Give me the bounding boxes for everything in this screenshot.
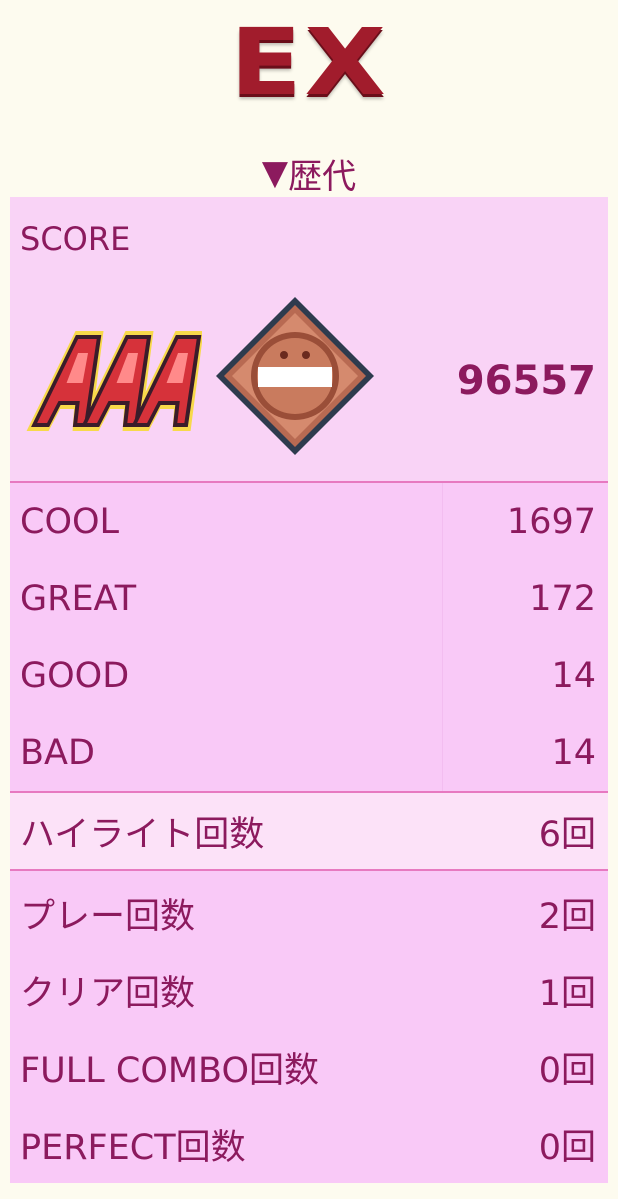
count-label: プレー回数	[20, 897, 196, 937]
triangle-down-icon: ▼	[261, 153, 289, 193]
judgement-row-good: GOOD 14	[10, 637, 608, 714]
count-row-full-combo: FULL COMBO回数 0回	[10, 1029, 608, 1106]
count-value: 1回	[538, 974, 596, 1014]
judgement-table: COOL 1697 GREAT 172 GOOD 14 BAD 14	[10, 483, 608, 791]
count-value: 0回	[538, 1128, 596, 1168]
judgement-row-great: GREAT 172	[10, 560, 608, 637]
medal-icon	[216, 297, 374, 455]
count-label: PERFECT回数	[20, 1128, 246, 1168]
count-value: 0回	[538, 1051, 596, 1091]
difficulty-title: EX	[229, 9, 389, 116]
rank-aaa-icon	[26, 331, 202, 431]
judgement-row-cool: COOL 1697	[10, 483, 608, 560]
judgement-label: GOOD	[20, 655, 130, 696]
judgement-value: 14	[551, 655, 596, 696]
score-label: SCORE	[20, 220, 131, 258]
judgement-label: BAD	[20, 732, 95, 773]
judgement-label: COOL	[20, 501, 120, 542]
result-page: EX ▼ 歴代 SCORE 96557 COOL 1697 GREAT 172 …	[0, 0, 618, 1199]
section-header-toggle[interactable]: ▼ 歴代	[0, 148, 618, 198]
highlight-section: ハイライト回数 6回	[10, 793, 608, 869]
score-value: 96557	[456, 358, 596, 404]
highlight-value: 6回	[538, 814, 596, 855]
judgement-label: GREAT	[20, 578, 137, 619]
count-label: FULL COMBO回数	[20, 1051, 320, 1091]
count-label: クリア回数	[20, 974, 196, 1014]
judgement-value: 14	[551, 732, 596, 773]
record-panel: SCORE 96557 COOL 1697 GREAT 172 GOOD 14 …	[10, 197, 608, 1183]
score-block: SCORE 96557	[10, 197, 608, 481]
count-row-perfect: PERFECT回数 0回	[10, 1106, 608, 1183]
judgement-value: 172	[529, 578, 596, 619]
judgement-row-bad: BAD 14	[10, 714, 608, 791]
count-row-play: プレー回数 2回	[10, 875, 608, 952]
count-value: 2回	[538, 897, 596, 937]
count-row-clear: クリア回数 1回	[10, 952, 608, 1029]
play-count-table: プレー回数 2回 クリア回数 1回 FULL COMBO回数 0回 PERFEC…	[10, 871, 608, 1183]
highlight-label: ハイライト回数	[20, 814, 265, 855]
judgement-value: 1697	[506, 501, 596, 542]
section-title: 歴代	[288, 156, 357, 197]
highlight-row: ハイライト回数 6回	[10, 793, 608, 869]
